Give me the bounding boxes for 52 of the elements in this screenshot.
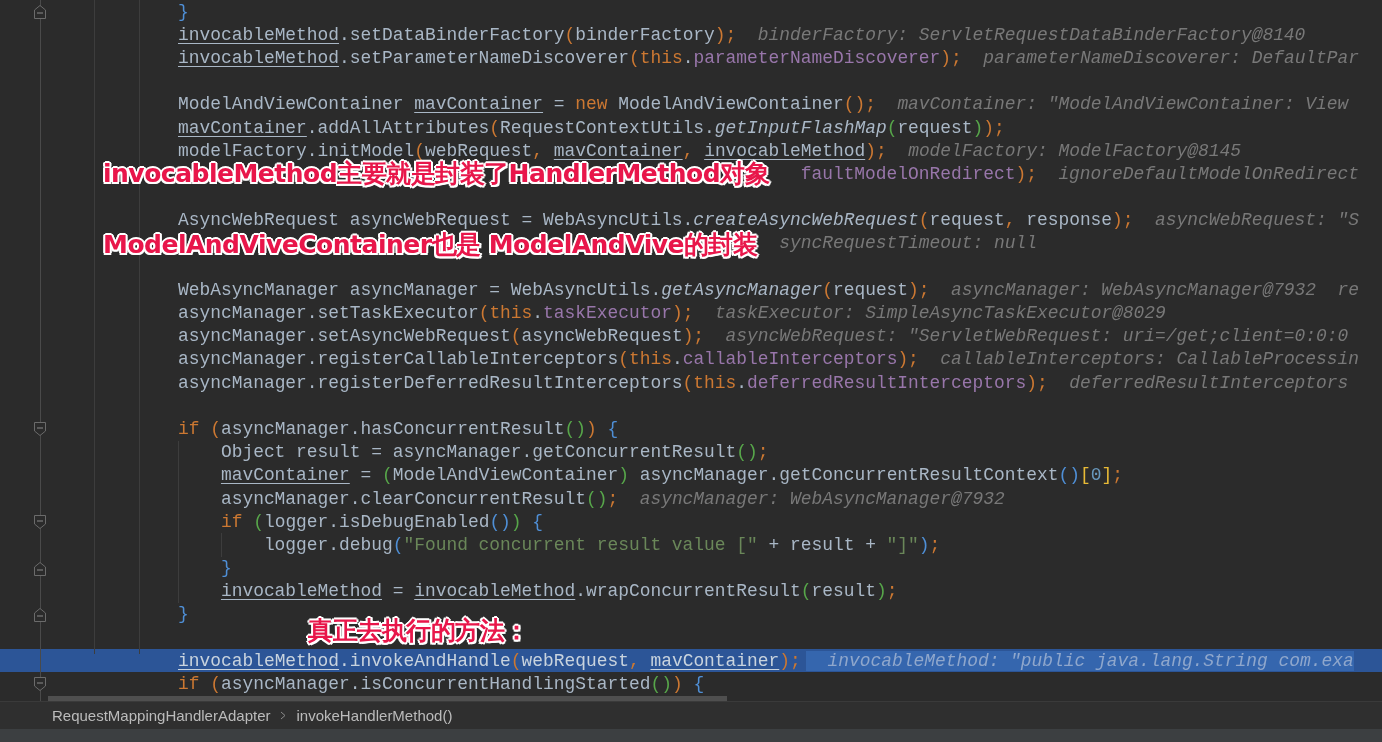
fold-icon[interactable] xyxy=(34,607,46,622)
code-line: invocableMethod = invocableMethod.wrapConcurrentResult(result); xyxy=(220,581,898,602)
code-line: invocableMethod.setDataBinderFactory(binderFactory); xyxy=(178,24,737,45)
breadcrumb-item[interactable]: invokeHandlerMethod() xyxy=(296,707,453,724)
fold-icon[interactable] xyxy=(34,677,46,692)
code-line: WebAsyncManager asyncManager = WebAsyncUtils.getAsyncManager(request); xyxy=(178,279,930,300)
code-line: AsyncWebRequest asyncWebRequest = WebAsyncUtils.createAsyncWebRequest(request, response); xyxy=(178,210,1134,231)
code-line: ModelAndViewContainer mavContainer = new ModelAndViewContainer(); xyxy=(178,94,876,115)
debug-value: asyncWebRequest: "S xyxy=(1155,210,1360,231)
code-line: Object result = asyncManager.getConcurrentResult(); xyxy=(220,442,769,463)
debug-value: callableInterceptors: CallableProcessin xyxy=(940,349,1360,370)
debug-value: re xyxy=(1337,279,1360,300)
debug-value: binderFactory: ServletRequestDataBinderFactory@8140 xyxy=(757,24,1306,45)
code-line: asyncManager.setAsyncWebRequest(asyncWebRequest); xyxy=(178,326,705,347)
debug-value: asyncManager: WebAsyncManager@7932 xyxy=(951,279,1317,300)
code-line: asyncManager.clearConcurrentResult(); xyxy=(220,488,619,509)
code-line: invocableMethod.invokeAndHandle(webRequest, mavContainer); xyxy=(178,650,801,671)
fold-icon[interactable] xyxy=(34,515,46,530)
breadcrumb-item[interactable]: RequestMappingHandlerAdapter xyxy=(52,707,271,724)
debug-value: mavContainer: "ModelAndViewContainer: View xyxy=(897,94,1349,115)
code-line: asyncManager.registerDeferredResultInterceptors(this.deferredResultInterceptors); xyxy=(178,372,1048,393)
code-line: } xyxy=(220,558,232,579)
scrollbar[interactable] xyxy=(48,696,727,701)
code-line: mavContainer = (ModelAndViewContainer) asyncManager.getConcurrentResultContext()[0]; xyxy=(220,465,1123,486)
code-line: } xyxy=(178,604,189,625)
fold-icon[interactable] xyxy=(34,422,46,437)
annotation: ModelAndViveContainer也是 ModelAndVive的封装 xyxy=(103,229,758,261)
debug-value: taskExecutor: SimpleAsyncTaskExecutor@8029 xyxy=(714,303,1166,324)
chevron-icon xyxy=(280,711,287,720)
code-line: invocableMethod.setParameterNameDiscoverer(this.parameterNameDiscoverer); xyxy=(178,47,962,68)
code-line: if (asyncManager.isConcurrentHandlingStarted()) { xyxy=(178,674,705,695)
code-line: if (asyncManager.hasConcurrentResult()) { xyxy=(178,418,619,439)
debug-value: asyncManager: WebAsyncManager@7932 xyxy=(639,488,1005,509)
code-line: faultModelOnRedirect); xyxy=(800,163,1037,184)
debug-value: invocableMethod: "public java.lang.String com.exa xyxy=(806,650,1354,671)
fold-icon[interactable] xyxy=(34,5,46,19)
code-line: if (logger.isDebugEnabled()) { xyxy=(220,511,544,532)
code-line: mavContainer.addAllAttributes(RequestContextUtils.getInputFlashMap(request)); xyxy=(178,117,1005,138)
debug-value: syncRequestTimeout: null xyxy=(779,233,1037,254)
debug-value: modelFactory: ModelFactory@8145 xyxy=(908,140,1241,161)
code-line: asyncManager.registerCallableInterceptors(this.callableInterceptors); xyxy=(178,349,919,370)
annotation: invocableMethod主要就是封装了HandlerMethod对象 xyxy=(103,159,770,190)
debug-value: deferredResultInterceptors xyxy=(1069,372,1349,393)
code-line: modelFactory.initModel(webRequest, mavContainer, invocableMethod); xyxy=(178,140,887,161)
fold-icon[interactable] xyxy=(34,561,46,576)
code-line: logger.debug("Found concurrent result value [" + result + "]"); xyxy=(263,534,941,555)
debug-value: asyncWebRequest: "ServletWebRequest: uri=/get;client=0:0:0 xyxy=(725,326,1349,347)
code-line: asyncManager.setTaskExecutor(this.taskExecutor); xyxy=(178,303,694,324)
debug-value: ignoreDefaultModelOnRedirect xyxy=(1058,163,1359,184)
debug-value: parameterNameDiscoverer: DefaultPar xyxy=(983,47,1360,68)
annotation: 真正去执行的方法： xyxy=(308,615,529,647)
code-line: } xyxy=(178,1,189,22)
